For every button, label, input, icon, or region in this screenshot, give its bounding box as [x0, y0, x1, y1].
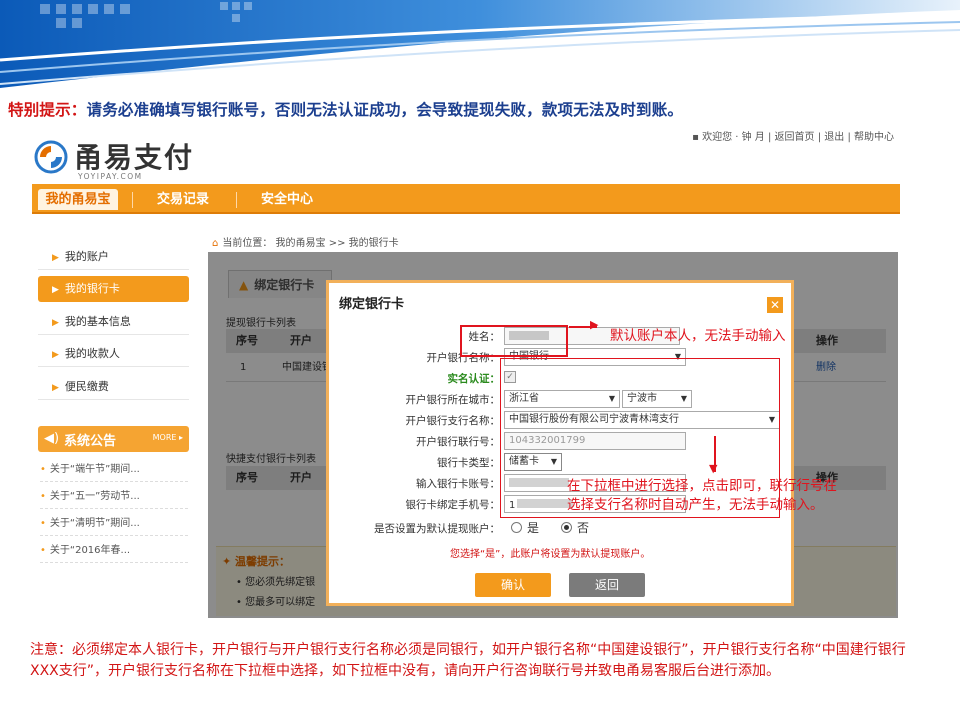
tab-my-yoyibao[interactable]: 我的甬易宝 [38, 189, 118, 210]
tab-security[interactable]: 安全中心 [248, 189, 326, 210]
speaker-icon: ◀) [44, 431, 60, 446]
home-icon: ⌂ [212, 238, 219, 249]
sidebar-item-account[interactable]: ▶ 我的账户 [38, 244, 189, 270]
default-account-label: 是否设置为默认提现账户： [374, 523, 500, 535]
sidebar-item-label: 我的收款人 [64, 347, 120, 360]
notice-item[interactable]: • 关于“清明节”期间... [40, 512, 188, 536]
warning-text: 请务必准确填写银行账号，否则无法认证成功，会导致提现失败，款项无法及时到账。 [86, 101, 684, 119]
sidebar: ▶ 我的账户 ▶ 我的银行卡 ▶ 我的基本信息 ▶ 我的收款人 ▶ 便民缴费 ◀) 系统公… [32, 228, 192, 620]
top-links[interactable]: ▪ 欢迎您 · 钟 月 | 返回首页 | 退出 | 帮助中心 [692, 128, 894, 143]
logo-subtext: YOYIPAY.COM [78, 172, 143, 181]
default-account-row: 是否设置为默认提现账户： 是 否 [329, 519, 791, 537]
card-no-label: 输入银行卡账号： [416, 478, 500, 490]
notice-text: 关于“清明节”期间... [49, 518, 140, 529]
chevron-right-icon: ▶ [52, 285, 59, 295]
dialog-title: 绑定银行卡 [339, 297, 405, 312]
notice-item[interactable]: • 关于“端午节”期间... [40, 458, 188, 482]
branch-label: 开户银行支行名称： [405, 415, 501, 427]
default-no-label: 否 [577, 521, 590, 535]
sidebar-item-payees[interactable]: ▶ 我的收款人 [38, 341, 189, 367]
default-no-radio[interactable] [561, 522, 572, 533]
bank-code-label: 开户银行联行号： [416, 436, 500, 448]
sidebar-item-label: 我的银行卡 [64, 282, 120, 295]
sidebar-item-bank-cards[interactable]: ▶ 我的银行卡 [38, 276, 189, 302]
select-annotation-line1: 在下拉框中进行选择，点击即可，联行行号在 [567, 478, 837, 494]
bullet-icon: • [40, 491, 46, 502]
decorative-banner [0, 0, 960, 92]
warning-prefix: 特别提示： [8, 101, 87, 119]
phone-label: 银行卡绑定手机号： [405, 499, 501, 511]
nav-divider [236, 192, 237, 208]
notice-text: 关于“2016年春... [49, 545, 131, 556]
notice-item[interactable]: • 关于“2016年春... [40, 539, 188, 563]
chevron-right-icon: ▶ [52, 350, 59, 360]
main-nav: 我的甬易宝 交易记录 安全中心 [32, 184, 900, 214]
default-yes-label: 是 [527, 521, 540, 535]
notice-more-link[interactable]: MORE ▸ [153, 433, 183, 442]
name-annotation: 默认账户本人，无法手动输入 [610, 328, 786, 344]
bullet-icon: • [40, 545, 46, 556]
back-button[interactable]: 返回 [569, 573, 645, 597]
notice-text: 关于“端午节”期间... [49, 464, 140, 475]
default-yes-radio[interactable] [511, 522, 522, 533]
breadcrumb: ⌂ 当前位置： 我的甬易宝 >> 我的银行卡 [212, 234, 399, 249]
card-type-label: 银行卡类型： [437, 457, 500, 469]
chevron-right-icon: ▶ [52, 253, 59, 263]
logo-icon [34, 140, 68, 174]
sidebar-item-basic-info[interactable]: ▶ 我的基本信息 [38, 309, 189, 335]
footnote: 注意：必须绑定本人银行卡，开户银行与开户银行支行名称必须是同银行，如开户银行名称… [30, 642, 906, 679]
breadcrumb-text: 当前位置： 我的甬易宝 >> 我的银行卡 [222, 238, 399, 249]
notice-item[interactable]: • 关于“五一”劳动节... [40, 485, 188, 509]
verify-label: 实名认证： [447, 373, 501, 385]
sidebar-item-bill-pay[interactable]: ▶ 便民缴费 [38, 374, 189, 400]
city-label: 开户银行所在城市： [405, 394, 501, 406]
special-warning: 特别提示：请务必准确填写银行账号，否则无法认证成功，会导致提现失败，款项无法及时… [8, 98, 953, 120]
tab-transactions[interactable]: 交易记录 [144, 189, 222, 210]
name-highlight-box [460, 325, 568, 357]
bullet-icon: • [40, 518, 46, 529]
arrow-head-icon: ▶ [590, 318, 599, 331]
confirm-button[interactable]: 确认 [475, 573, 551, 597]
nav-divider [132, 192, 133, 208]
sidebar-item-label: 便民缴费 [64, 380, 109, 393]
notice-header: ◀) 系统公告 MORE ▸ [38, 426, 189, 452]
select-annotation-line2: 选择支行名称时自动产生，无法手动输入。 [567, 497, 824, 513]
notice-title: 系统公告 [64, 434, 117, 449]
sidebar-item-label: 我的账户 [64, 250, 109, 263]
bullet-icon: • [40, 464, 46, 475]
close-icon[interactable]: ✕ [767, 297, 783, 313]
default-account-hint: 您选择“是”，此账户将设置为默认提现账户。 [450, 549, 651, 560]
site-header: 甬易支付 YOYIPAY.COM ▪ 欢迎您 · 钟 月 | 返回首页 | 退出… [32, 128, 900, 184]
notice-text: 关于“五一”劳动节... [49, 491, 140, 502]
site-logo[interactable]: 甬易支付 YOYIPAY.COM [34, 136, 204, 181]
chevron-right-icon: ▶ [52, 383, 59, 393]
chevron-right-icon: ▶ [52, 318, 59, 328]
sidebar-item-label: 我的基本信息 [64, 315, 131, 328]
logo-text: 甬易支付 [74, 141, 195, 174]
